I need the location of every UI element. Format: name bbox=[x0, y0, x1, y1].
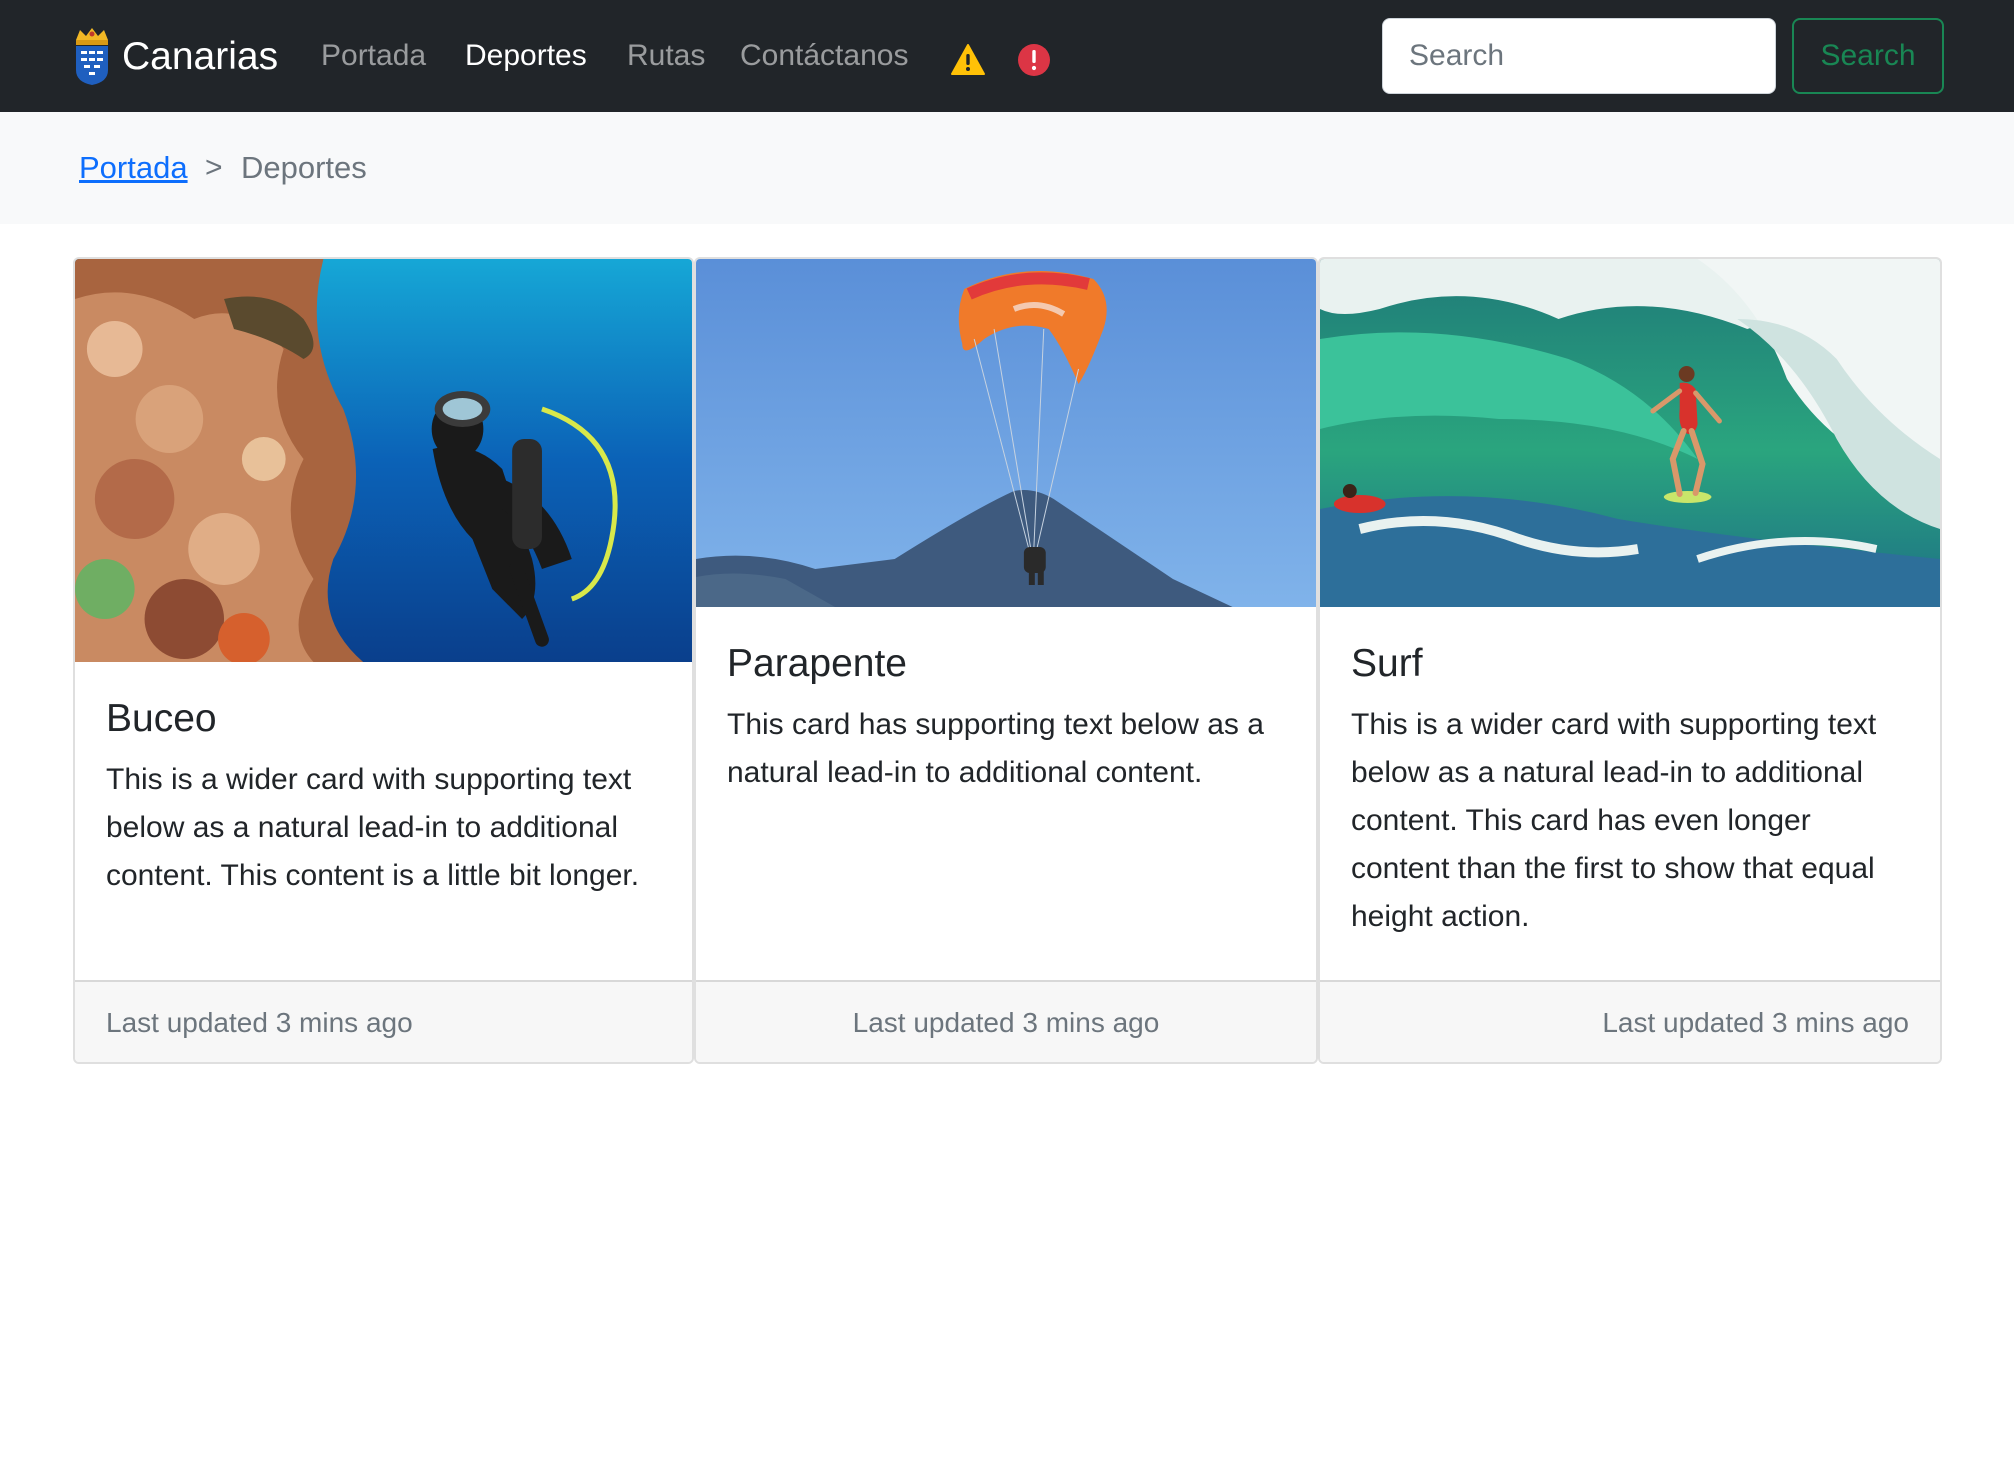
card-title: Surf bbox=[1351, 642, 1423, 685]
card-footer: Last updated 3 mins ago bbox=[75, 980, 692, 1062]
card-surf: Surf This is a wider card with supportin… bbox=[1318, 257, 1942, 1064]
nav-link-deportes[interactable]: Deportes bbox=[465, 38, 587, 74]
search-button[interactable]: Search bbox=[1792, 18, 1944, 94]
nav-link-portada[interactable]: Portada bbox=[321, 38, 426, 74]
nav-link-rutas[interactable]: Rutas bbox=[627, 38, 705, 74]
breadcrumb-home-link[interactable]: Portada bbox=[79, 150, 188, 186]
canarias-crest-icon bbox=[70, 26, 114, 86]
breadcrumb: Portada > Deportes bbox=[0, 112, 2014, 224]
brand[interactable]: Canarias bbox=[70, 25, 278, 87]
breadcrumb-current: Deportes bbox=[241, 150, 367, 185]
card-footer: Last updated 3 mins ago bbox=[696, 980, 1316, 1062]
card-parapente: Parapente This card has supporting text … bbox=[694, 257, 1318, 1064]
brand-name: Canarias bbox=[122, 34, 279, 78]
card-title: Parapente bbox=[727, 642, 907, 685]
breadcrumb-separator: > bbox=[205, 151, 223, 184]
nav-link-contactanos[interactable]: Contáctanos bbox=[740, 38, 908, 74]
card-footer: Last updated 3 mins ago bbox=[1320, 980, 1940, 1062]
card-text: This is a wider card with supporting tex… bbox=[1351, 708, 1877, 933]
card-text: This card has supporting text below as a… bbox=[727, 708, 1264, 789]
navbar: Canarias Portada Deportes Rutas Contácta… bbox=[0, 0, 2014, 112]
card-buceo: Buceo This is a wider card with supporti… bbox=[73, 257, 694, 1064]
card-text: This is a wider card with supporting tex… bbox=[106, 763, 640, 892]
error-icon[interactable] bbox=[1016, 42, 1052, 78]
card-image-diving bbox=[75, 259, 692, 662]
warning-icon[interactable] bbox=[950, 42, 986, 78]
search-input[interactable] bbox=[1382, 18, 1776, 94]
card-image-paragliding bbox=[696, 259, 1316, 607]
card-image-surfing bbox=[1320, 259, 1940, 607]
card-title: Buceo bbox=[106, 697, 217, 740]
